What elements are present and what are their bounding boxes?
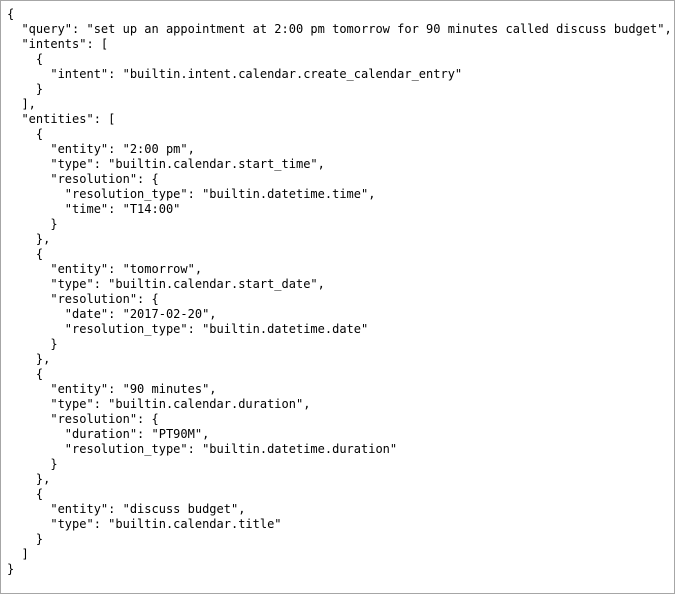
json-line: { [7, 487, 44, 501]
json-line: "type": "builtin.calendar.duration", [7, 397, 311, 411]
json-line: } [7, 217, 58, 231]
json-line: "resolution_type": "builtin.datetime.dur… [7, 442, 398, 456]
json-line: }, [7, 232, 51, 246]
json-line: "type": "builtin.calendar.start_time", [7, 157, 325, 171]
json-line: } [7, 82, 44, 96]
json-line: } [7, 532, 44, 546]
json-line: "entity": "90 minutes", [7, 382, 217, 396]
json-line: } [7, 457, 58, 471]
json-line: "resolution": { [7, 172, 159, 186]
json-line: } [7, 562, 15, 576]
json-line: "resolution_type": "builtin.datetime.dat… [7, 322, 369, 336]
json-line: "type": "builtin.calendar.title" [7, 517, 282, 531]
json-line: "entities": [ [7, 112, 116, 126]
json-line: { [7, 52, 44, 66]
json-line: "duration": "PT90M", [7, 427, 210, 441]
json-line: { [7, 7, 15, 21]
json-line: "resolution": { [7, 292, 159, 306]
json-line: "time": "T14:00" [7, 202, 181, 216]
json-line: "date": "2017-02-20", [7, 307, 217, 321]
json-line: "type": "builtin.calendar.start_date", [7, 277, 325, 291]
json-line: "query": "set up an appointment at 2:00 … [7, 22, 672, 36]
json-line: "intents": [ [7, 37, 109, 51]
json-line: "entity": "discuss budget", [7, 502, 246, 516]
json-line: "intent": "builtin.intent.calendar.creat… [7, 67, 463, 81]
json-line: { [7, 247, 44, 261]
json-line: } [7, 337, 58, 351]
json-line: "resolution_type": "builtin.datetime.tim… [7, 187, 376, 201]
json-line: }, [7, 352, 51, 366]
json-viewer-panel: { "query": "set up an appointment at 2:0… [0, 0, 675, 594]
json-line: }, [7, 472, 51, 486]
json-line: ] [7, 547, 29, 561]
json-line: ], [7, 97, 36, 111]
json-code-block: { "query": "set up an appointment at 2:0… [7, 7, 672, 577]
json-line: "resolution": { [7, 412, 159, 426]
json-line: { [7, 367, 44, 381]
json-line: { [7, 127, 44, 141]
json-line: "entity": "2:00 pm", [7, 142, 195, 156]
json-line: "entity": "tomorrow", [7, 262, 203, 276]
